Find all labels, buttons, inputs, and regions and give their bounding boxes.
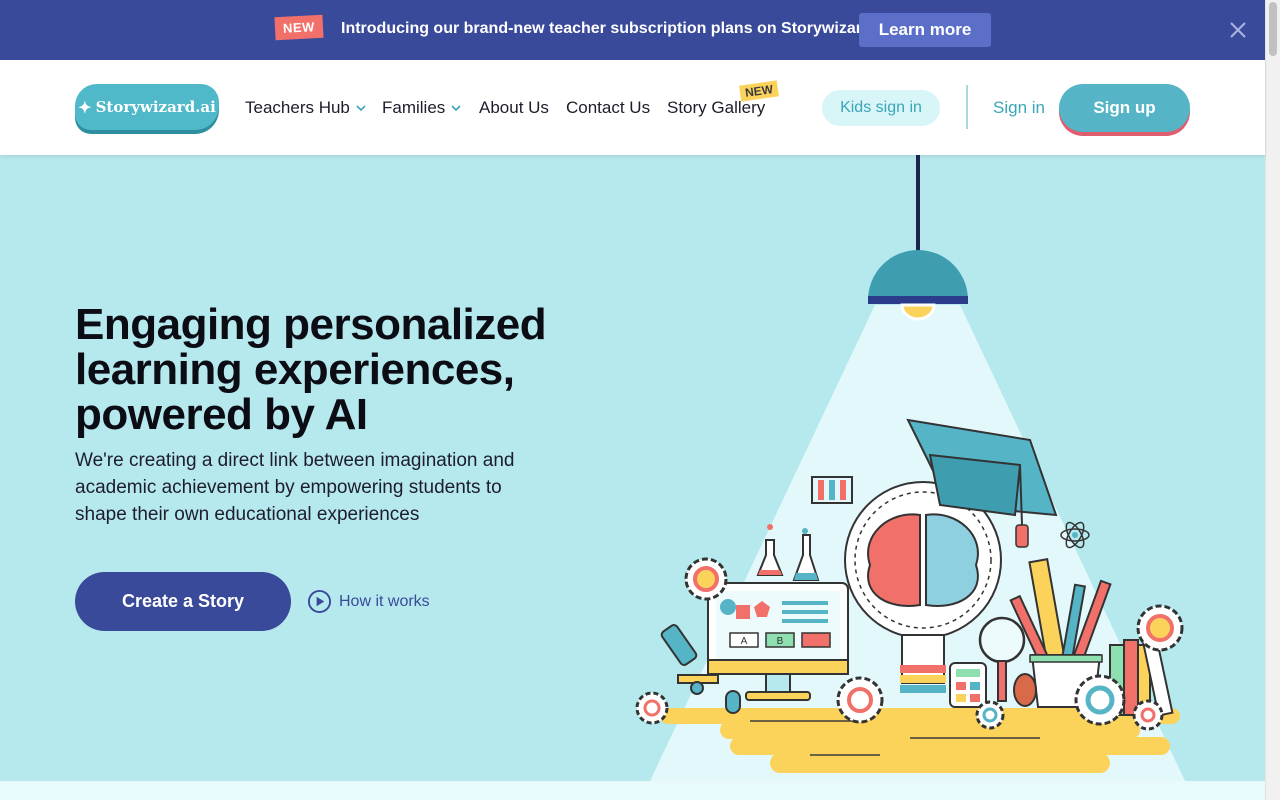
magic-wand-icon: ✦ — [78, 97, 92, 117]
create-story-button[interactable]: Create a Story — [75, 572, 291, 631]
header-divider — [966, 85, 968, 129]
how-it-works-link[interactable]: How it works — [307, 589, 430, 614]
new-badge: NEW — [274, 14, 324, 41]
sign-up-button[interactable]: Sign up — [1059, 84, 1190, 132]
next-section-strip — [0, 781, 1265, 800]
test-tubes-icon — [811, 476, 853, 504]
computer-mouse-icon — [725, 690, 741, 714]
announcement-message: Introducing our brand-new teacher subscr… — [341, 20, 890, 37]
nav-families-label: Families — [382, 98, 446, 117]
scrollbar-thumb[interactable] — [1269, 2, 1277, 56]
close-icon[interactable] — [1228, 20, 1248, 40]
hero-illustration: A B — [635, 155, 1185, 781]
gear-icon — [684, 557, 728, 601]
football-icon — [1013, 673, 1037, 707]
kids-sign-in-button[interactable]: Kids sign in — [822, 90, 940, 126]
calculator-icon — [949, 662, 987, 708]
logo-text: Storywizard.ai — [95, 98, 216, 116]
story-gallery-new-badge: NEW — [739, 80, 779, 102]
gear-icon — [975, 700, 1005, 730]
announcement-bar: NEW Introducing our brand-new teacher su… — [0, 0, 1265, 60]
chevron-down-icon — [451, 105, 461, 112]
site-header: ✦ Storywizard.ai Teachers Hub Families A… — [0, 60, 1265, 155]
nav-about-us[interactable]: About Us — [479, 98, 549, 118]
gear-icon — [1132, 699, 1164, 731]
chevron-down-icon — [356, 105, 366, 112]
gear-icon — [836, 676, 884, 724]
sign-in-link[interactable]: Sign in — [993, 98, 1045, 118]
vertical-scrollbar[interactable] — [1265, 0, 1280, 800]
gear-icon — [1074, 674, 1126, 726]
learn-more-button[interactable]: Learn more — [859, 13, 991, 47]
gear-icon — [1136, 604, 1184, 652]
illustration-label-b: B — [777, 636, 784, 647]
how-it-works-label: How it works — [339, 592, 430, 610]
nav-teachers-hub[interactable]: Teachers Hub — [245, 98, 366, 118]
play-circle-icon — [307, 589, 332, 614]
gear-icon — [635, 691, 669, 725]
nav-contact-us[interactable]: Contact Us — [566, 98, 650, 118]
nav-families[interactable]: Families — [382, 98, 461, 118]
logo[interactable]: ✦ Storywizard.ai — [75, 84, 219, 130]
nav-story-gallery[interactable]: Story Gallery — [667, 98, 765, 118]
illustration-label-a: A — [741, 636, 748, 647]
nav-teachers-hub-label: Teachers Hub — [245, 98, 350, 117]
hero-title: Engaging personalized learning experienc… — [75, 300, 547, 439]
hero-subtitle: We're creating a direct link between ima… — [75, 450, 515, 525]
